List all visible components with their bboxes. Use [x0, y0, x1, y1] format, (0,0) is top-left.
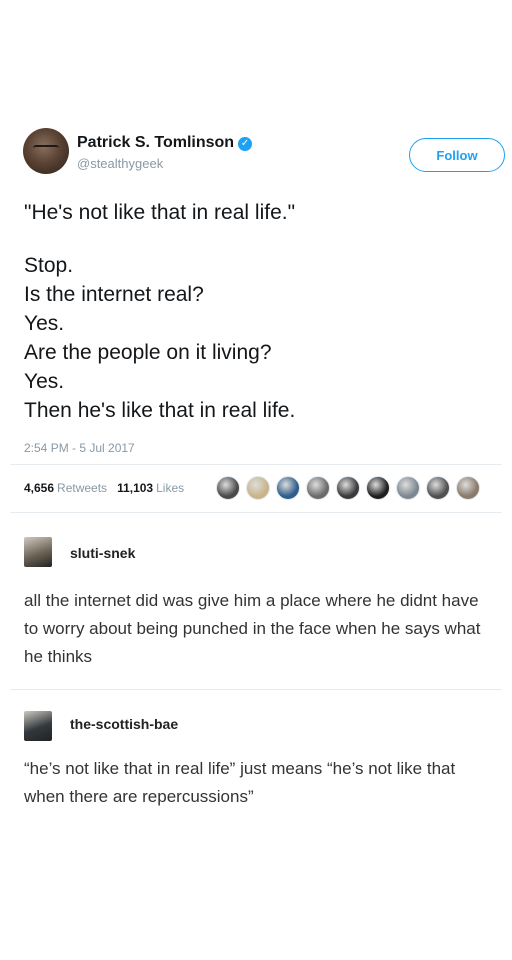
tweet-line: Stop. — [24, 254, 74, 277]
verified-check-icon: ✓ — [238, 137, 253, 151]
author-name[interactable]: Patrick S. Tomlinson ✓ — [77, 134, 253, 152]
post-body: all the internet did was give him a plac… — [24, 591, 481, 666]
tweet-line: Yes. — [24, 370, 65, 393]
post-avatar[interactable] — [24, 711, 52, 741]
divider — [10, 689, 502, 690]
liker-avatar[interactable] — [366, 476, 390, 500]
tweet-line: Yes. — [24, 312, 65, 335]
likes-label[interactable]: Likes — [156, 481, 184, 495]
tweet-stats: 4,656 Retweets 11,103 Likes — [24, 473, 194, 503]
tweet-line-quote: "He's not like that in real life." — [24, 201, 296, 224]
post-avatar[interactable] — [24, 537, 52, 567]
tweet-text: "He's not like that in real life." Stop.… — [24, 198, 494, 425]
liker-avatar[interactable] — [246, 476, 270, 500]
follow-button[interactable]: Follow — [409, 138, 505, 172]
tweet-line: Is the internet real? — [24, 283, 204, 306]
post-username[interactable]: sluti-snek — [70, 545, 135, 561]
author-handle[interactable]: @stealthygeek — [77, 156, 163, 171]
avatar-glasses — [33, 145, 59, 153]
liker-avatar[interactable] — [396, 476, 420, 500]
likes-count[interactable]: 11,103 — [117, 481, 153, 495]
liker-avatar[interactable] — [336, 476, 360, 500]
liker-avatar[interactable] — [456, 476, 480, 500]
tweet-line: Then he's like that in real life. — [24, 399, 296, 422]
avatar[interactable] — [23, 128, 69, 174]
retweets-label[interactable]: Retweets — [57, 481, 107, 495]
author-name-text: Patrick S. Tomlinson — [77, 134, 235, 151]
liker-avatar[interactable] — [306, 476, 330, 500]
liker-avatars — [216, 476, 486, 500]
retweets-count[interactable]: 4,656 — [24, 481, 54, 495]
divider — [10, 512, 502, 513]
tweet-timestamp[interactable]: 2:54 PM - 5 Jul 2017 — [24, 441, 135, 455]
liker-avatar[interactable] — [216, 476, 240, 500]
post-username[interactable]: the-scottish-bae — [70, 716, 178, 732]
divider — [10, 464, 502, 465]
liker-avatar[interactable] — [276, 476, 300, 500]
post-body: “he’s not like that in real life” just m… — [24, 759, 456, 806]
tweet-line: Are the people on it living? — [24, 341, 272, 364]
liker-avatar[interactable] — [426, 476, 450, 500]
